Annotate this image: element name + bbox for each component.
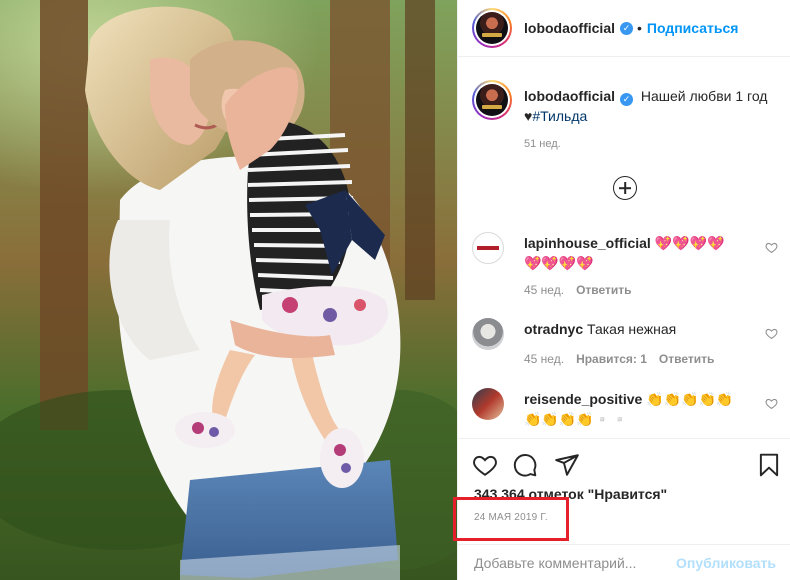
comment-input[interactable]	[474, 554, 677, 571]
comment-text-block: lapinhouse_official 💖💖💖💖💖💖💖💖	[524, 233, 739, 273]
post-date[interactable]: 24 МАЯ 2019 Г.	[474, 512, 548, 523]
caption-username[interactable]: lobodaofficial	[524, 88, 615, 104]
likes-count[interactable]: 343 364 отметок "Нравится"	[474, 486, 667, 502]
verified-badge-icon: ✓	[620, 92, 633, 106]
post-sidebar: lobodaofficial ✓ • Подписаться lobodaoff…	[453, 0, 790, 580]
comment-username[interactable]: otradnyc	[524, 321, 583, 337]
speech-bubble-icon[interactable]	[512, 452, 538, 478]
follow-button[interactable]: Подписаться	[647, 20, 739, 36]
comment-text-block: reisende_positive 👏👏👏👏👏👏👏👏👏▫️▫️	[524, 389, 739, 429]
caption-timestamp[interactable]: 51 нед.	[524, 138, 561, 150]
heart-outline-icon[interactable]	[472, 452, 498, 478]
comment-username[interactable]: reisende_positive	[524, 391, 642, 407]
heart-outline-icon[interactable]	[765, 397, 778, 410]
reply-button[interactable]: Ответить	[576, 283, 631, 297]
bookmark-icon[interactable]	[756, 452, 782, 478]
comment-username[interactable]: lapinhouse_official	[524, 235, 651, 251]
commenter-avatar[interactable]	[472, 388, 504, 420]
heart-outline-icon[interactable]	[765, 327, 778, 340]
author-avatar[interactable]	[472, 8, 512, 48]
reply-button[interactable]: Ответить	[659, 352, 714, 366]
plus-circle-icon[interactable]	[613, 176, 637, 200]
post-image	[0, 0, 457, 580]
commenter-avatar[interactable]	[472, 232, 504, 264]
publish-button[interactable]: Опубликовать	[676, 555, 776, 571]
divider	[458, 438, 790, 439]
instagram-post: lobodaofficial ✓ • Подписаться lobodaoff…	[0, 0, 790, 580]
comment-meta: 45 нед. Ответить	[524, 283, 632, 297]
heart-outline-icon[interactable]	[765, 241, 778, 254]
caption-text: Нашей любви 1 год	[640, 88, 768, 104]
commenter-avatar[interactable]	[472, 318, 504, 350]
post-caption: lobodaofficial ✓ Нашей любви 1 год ♥#Тиль…	[472, 80, 782, 126]
author-username[interactable]: lobodaofficial	[524, 20, 615, 36]
add-comment-bar: Опубликовать	[458, 544, 790, 580]
post-photo[interactable]	[0, 0, 457, 580]
caption-avatar[interactable]	[472, 80, 512, 120]
comment-timestamp[interactable]: 45 нед.	[524, 283, 564, 297]
caption-text-block: lobodaofficial ✓ Нашей любви 1 год ♥#Тиль…	[524, 80, 767, 126]
caption-hashtag[interactable]: #Тильда	[532, 108, 587, 124]
post-header: lobodaofficial ✓ • Подписаться	[458, 0, 790, 57]
header-separator: •	[637, 20, 642, 36]
comment-text: Такая нежная	[587, 321, 677, 337]
verified-badge-icon: ✓	[620, 21, 633, 35]
comment-meta: 45 нед. Нравится: 1 Ответить	[524, 352, 714, 366]
comment-timestamp[interactable]: 45 нед.	[524, 352, 564, 366]
paper-plane-icon[interactable]	[554, 452, 580, 478]
comment-likes-count[interactable]: Нравится: 1	[576, 352, 647, 366]
action-bar	[472, 452, 782, 478]
comment-text-block: otradnyc Такая нежная	[524, 319, 739, 339]
